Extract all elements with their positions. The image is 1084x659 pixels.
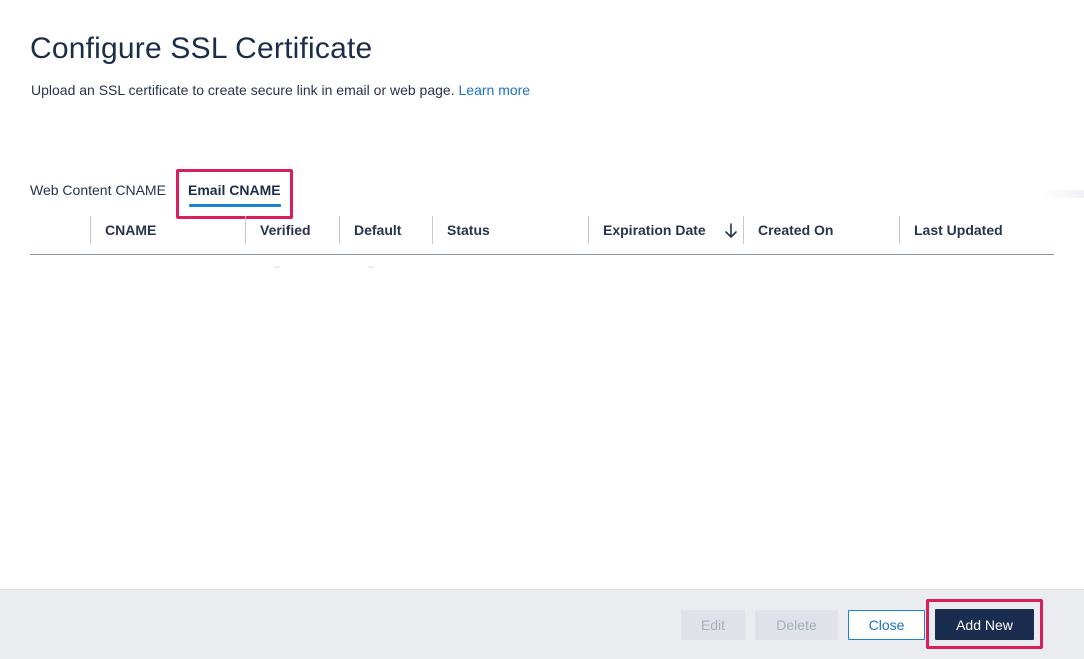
column-divider: [245, 216, 246, 244]
column-header-select[interactable]: [30, 214, 90, 254]
dialog-subtitle: Upload an SSL certificate to create secu…: [31, 82, 530, 98]
column-label: Expiration Date: [603, 222, 706, 238]
loading-artifact: [274, 266, 280, 268]
dialog-title: Configure SSL Certificate: [30, 32, 373, 65]
column-header-verified[interactable]: Verified: [245, 214, 339, 254]
close-button[interactable]: Close: [848, 610, 925, 640]
subtitle-text: Upload an SSL certificate to create secu…: [31, 82, 455, 98]
add-new-highlight-box: [926, 599, 1043, 649]
column-label: Created On: [758, 222, 834, 238]
column-divider: [743, 216, 744, 244]
column-header-default[interactable]: Default: [339, 214, 432, 254]
column-label: CNAME: [105, 222, 157, 238]
column-label: Last Updated: [914, 222, 1003, 238]
column-divider: [432, 216, 433, 244]
column-divider: [588, 216, 589, 244]
email-cname-highlight-box: [176, 169, 293, 219]
column-header-expiration-date[interactable]: Expiration Date: [588, 214, 743, 254]
ssl-certificate-dialog: Configure SSL Certificate Upload an SSL …: [0, 0, 1084, 659]
dialog-footer: Edit Delete Close Add New: [0, 589, 1084, 659]
column-header-cname[interactable]: CNAME: [90, 214, 245, 254]
delete-button[interactable]: Delete: [755, 610, 838, 640]
column-label: Default: [354, 222, 402, 238]
certificate-table-header: CNAME Verified Default Status Expiration…: [30, 214, 1054, 255]
column-label: Verified: [260, 222, 311, 238]
edit-button[interactable]: Edit: [681, 610, 745, 640]
loading-artifact: [368, 266, 374, 268]
scroll-fade: [1040, 190, 1084, 198]
column-header-created-on[interactable]: Created On: [743, 214, 899, 254]
column-divider: [90, 216, 91, 244]
tab-web-content-cname[interactable]: Web Content CNAME: [30, 182, 166, 198]
column-divider: [339, 216, 340, 244]
column-header-status[interactable]: Status: [432, 214, 588, 254]
learn-more-link[interactable]: Learn more: [459, 82, 531, 98]
column-label: Status: [447, 222, 490, 238]
column-header-last-updated[interactable]: Last Updated: [899, 214, 1054, 254]
column-divider: [899, 216, 900, 244]
arrow-down-icon[interactable]: [724, 223, 738, 239]
